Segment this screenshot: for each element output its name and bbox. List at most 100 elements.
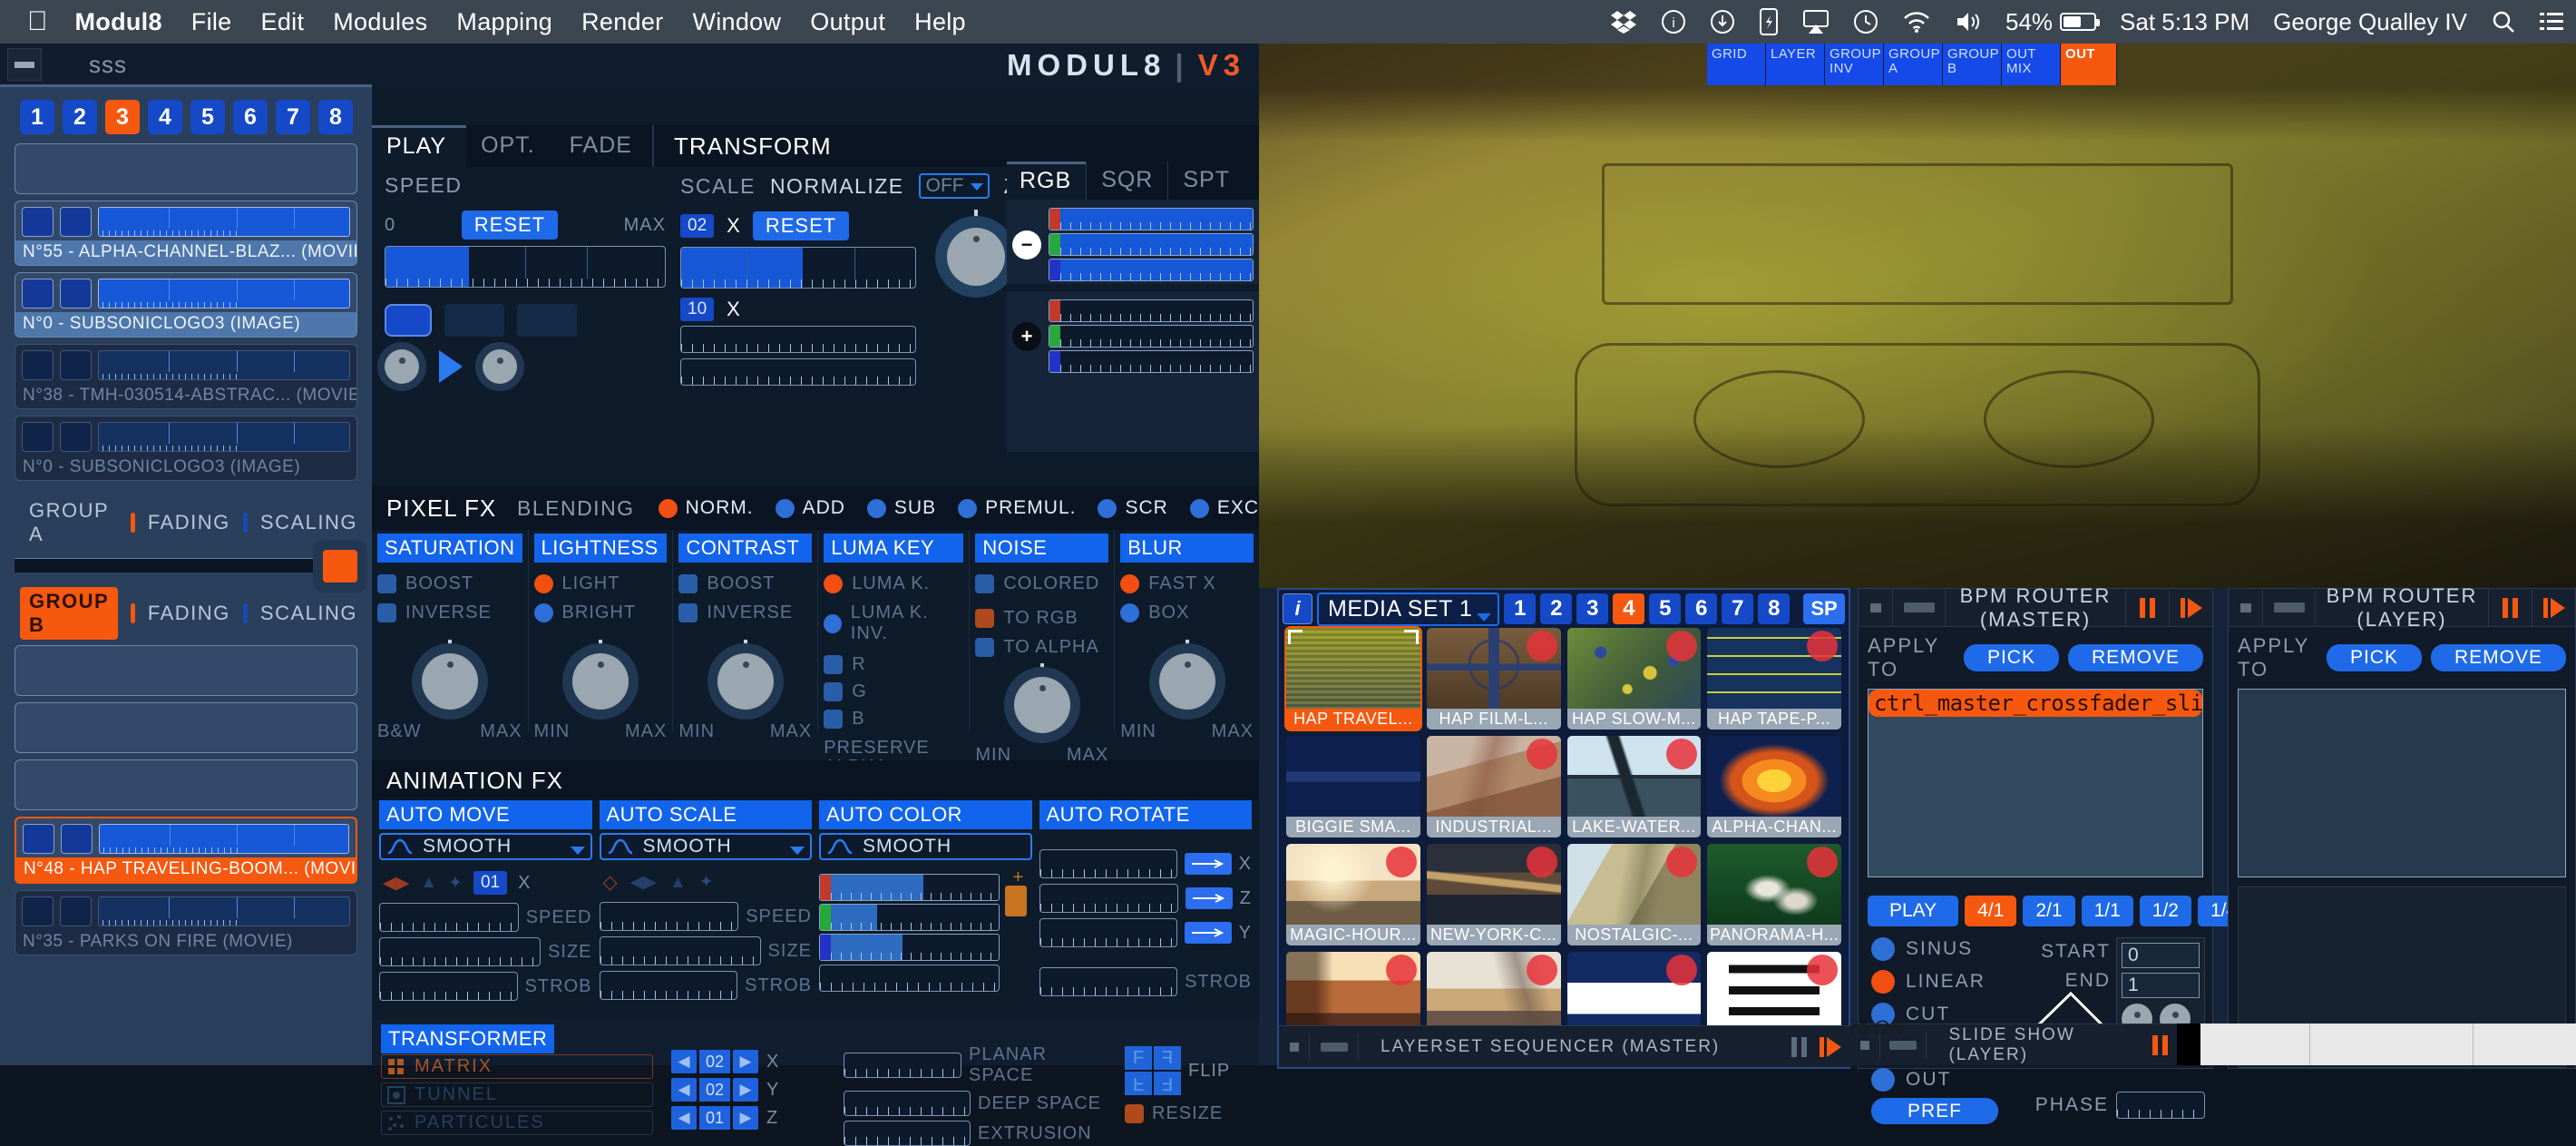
noise-title[interactable]: NOISE	[975, 534, 1109, 563]
layer-thumb-a[interactable]	[23, 824, 54, 854]
contrast-knob[interactable]	[707, 640, 784, 720]
display-icon[interactable]	[1759, 8, 1779, 35]
group-a-fading-toggle[interactable]	[130, 513, 135, 533]
auto-color-b-slider[interactable]	[819, 934, 1000, 961]
contrast-boost-toggle[interactable]	[678, 574, 698, 593]
speed-slider[interactable]	[385, 246, 666, 288]
lumakey-inv-toggle[interactable]	[824, 613, 842, 633]
group-a-crossfade-slider[interactable]	[15, 550, 357, 583]
bpm-master-division-4-1[interactable]: 4/1	[1965, 896, 2017, 926]
airplay-icon[interactable]	[1802, 9, 1830, 34]
layer-timeline[interactable]	[98, 896, 350, 926]
auto-move-vert-icon[interactable]: ▲	[420, 873, 437, 893]
deck-button-1[interactable]: 1	[20, 100, 54, 134]
bpm-master-division-1-1[interactable]: 1/1	[2081, 896, 2133, 926]
media-cell[interactable]: LAKE-WATER...	[1566, 736, 1702, 837]
lumakey-g-toggle[interactable]	[824, 682, 844, 701]
deck-button-2[interactable]: 2	[63, 100, 97, 134]
auto-move-size-slider[interactable]	[379, 937, 542, 966]
media-cell[interactable]: ALPHA-CHAN...	[1707, 736, 1841, 837]
auto-color-swatch[interactable]	[1004, 886, 1027, 916]
play-icon[interactable]	[1820, 1036, 1841, 1057]
bpm-layer-pause-button[interactable]	[2488, 589, 2532, 626]
group-b-label[interactable]: GROUP B	[20, 587, 118, 640]
preview-tab-group-b[interactable]: GROUP B	[1943, 44, 2002, 85]
layer-timeline[interactable]	[99, 824, 349, 854]
auto-scale-diamond-icon[interactable]: ◇	[603, 871, 618, 894]
bpm-layer-pick-button[interactable]: PICK	[2326, 644, 2422, 671]
deep-space-slider[interactable]	[844, 1091, 971, 1116]
auto-move-speed-slider[interactable]	[379, 903, 519, 932]
battery-status[interactable]: 54%	[2005, 8, 2101, 36]
bpm-master-target-list[interactable]: ctrl_master_crossfader_slider	[1868, 689, 2203, 877]
sp-button[interactable]: SP	[1803, 593, 1845, 624]
stepper-y-dec[interactable]: ◀	[671, 1078, 697, 1102]
media-cell[interactable]: HAP TAPE-P...	[1707, 628, 1841, 730]
rgb-add-b-slider[interactable]	[1049, 350, 1254, 373]
bpm-master-pick-button[interactable]: PICK	[1963, 644, 2059, 671]
transformer-stepper-y[interactable]: ◀ 02 ▶ Y	[671, 1078, 825, 1102]
auto-color-plus-icon[interactable]: +	[1005, 868, 1032, 886]
lumakey-b-toggle[interactable]	[824, 710, 844, 729]
lightness-title[interactable]: LIGHTNESS	[533, 534, 668, 563]
speed-reset-button[interactable]: RESET	[461, 211, 559, 240]
auto-move-diamond-icon[interactable]: ✦	[448, 873, 463, 894]
playhead-knob-right[interactable]	[483, 349, 517, 384]
layer-slot-empty[interactable]	[15, 645, 357, 696]
layer-timeline[interactable]	[98, 350, 350, 380]
auto-color-r-slider[interactable]	[819, 874, 1000, 901]
planar-space-slider[interactable]	[844, 1053, 961, 1078]
tab-rgb[interactable]: RGB	[1007, 162, 1087, 200]
info-icon[interactable]: i	[1283, 593, 1312, 624]
menu-item-app[interactable]: Modul8	[75, 8, 162, 36]
bpm-master-target-item[interactable]: ctrl_master_crossfader_slider	[1869, 690, 2202, 717]
auto-rotate-strob-slider[interactable]	[1039, 967, 1178, 996]
noise-colored-toggle[interactable]	[975, 574, 995, 593]
saturation-inverse-toggle[interactable]	[377, 603, 396, 622]
auto-scale-expand-icon[interactable]: ✦	[699, 872, 714, 893]
layer-timeline[interactable]	[98, 422, 350, 452]
preview-tab-out[interactable]: OUT	[2061, 44, 2117, 85]
scale-x-slider[interactable]	[680, 247, 916, 289]
auto-move-prev-icon[interactable]: ◀▶	[383, 873, 409, 894]
layer-thumb-b[interactable]	[60, 350, 92, 380]
preview-tab-out-mix[interactable]: OUT MIX	[2002, 44, 2061, 85]
blend-mode-norm[interactable]: NORM.	[658, 497, 754, 519]
auto-rotate-title[interactable]: AUTO ROTATE	[1039, 800, 1252, 829]
noise-to-rgb-toggle[interactable]	[975, 609, 995, 628]
bpm-master-mode-sinus[interactable]: SINUS	[1871, 937, 1995, 961]
layer-timeline[interactable]	[98, 207, 350, 237]
media-cell[interactable]: MAGIC-HOUR...	[1286, 844, 1420, 945]
deck-button-8[interactable]: 8	[318, 100, 353, 134]
layer-thumb-b[interactable]	[61, 824, 93, 854]
auto-move-strob-slider[interactable]	[379, 972, 518, 1001]
preview-tab-layer[interactable]: LAYER	[1766, 44, 1825, 85]
preview-tab-group-a[interactable]: GROUP A	[1884, 44, 1943, 85]
layer-row[interactable]: N°35 - PARKS ON FIRE (MOVIE)	[15, 890, 357, 955]
user-name[interactable]: George Qualley IV	[2273, 8, 2467, 36]
scale-y-slider-1[interactable]	[680, 326, 916, 353]
flip-horizontal-button[interactable]: F	[1154, 1046, 1181, 1070]
auto-scale-arrows-icon[interactable]: ◀▶	[630, 872, 657, 893]
stepper-z-inc[interactable]: ▶	[733, 1106, 758, 1130]
lightness-bright-toggle[interactable]	[533, 603, 553, 622]
deck-button-4[interactable]: 4	[148, 100, 182, 134]
tab-opt[interactable]: OPT.	[466, 127, 555, 166]
scale-x-value[interactable]: 02	[680, 214, 715, 238]
stepper-x-value[interactable]: 02	[699, 1050, 730, 1073]
lumakey-title[interactable]: LUMA KEY	[824, 534, 964, 563]
bpm-layer-remove-button[interactable]: REMOVE	[2430, 644, 2566, 671]
contrast-title[interactable]: CONTRAST	[678, 534, 813, 563]
blend-mode-scr[interactable]: SCR	[1098, 497, 1167, 519]
stepper-y-inc[interactable]: ▶	[733, 1078, 758, 1102]
media-bank-6[interactable]: 6	[1685, 593, 1718, 624]
stepper-x-inc[interactable]: ▶	[733, 1050, 758, 1073]
bpm-master-division-2-1[interactable]: 2/1	[2023, 896, 2075, 926]
media-bank-4[interactable]: 4	[1613, 593, 1645, 624]
tab-fade[interactable]: FADE	[555, 127, 652, 166]
media-cell[interactable]: NEW-YORK-C...	[1426, 844, 1561, 945]
menu-item-mapping[interactable]: Mapping	[456, 8, 552, 36]
media-bank-5[interactable]: 5	[1649, 593, 1682, 624]
menu-item-help[interactable]: Help	[914, 8, 966, 36]
noise-knob[interactable]	[1004, 663, 1080, 743]
